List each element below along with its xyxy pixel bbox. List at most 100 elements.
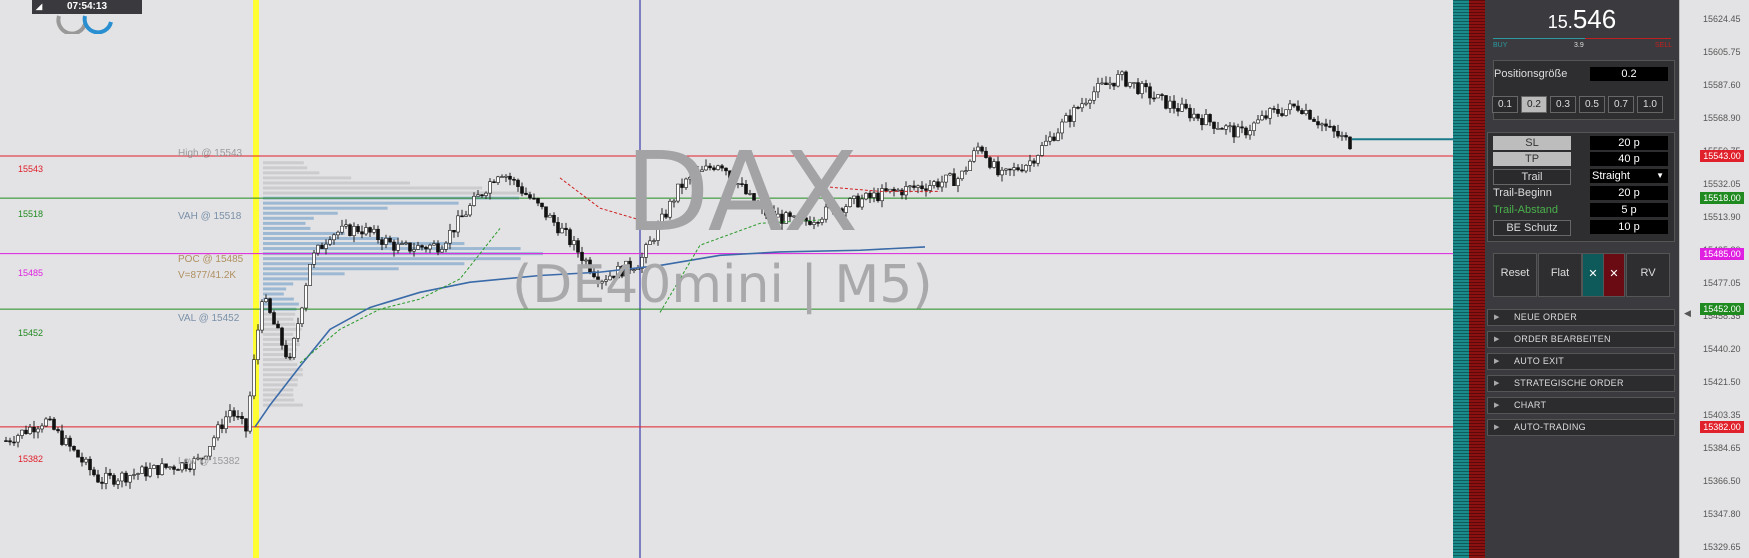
axis-tick-label: 15384.65 [1703,443,1741,453]
size-button-0.7[interactable]: 0.7 [1608,96,1634,113]
size-button-0.1[interactable]: 0.1 [1492,96,1518,113]
axis-price-tag: 15485.00 [1700,248,1744,260]
candle-body [237,416,240,417]
candle-body [1325,124,1328,126]
level-label-15543: 15543 [18,164,43,174]
accordion-chart[interactable]: ▶ CHART [1487,397,1675,414]
watermark-subtitle: (DE40mini | M5) [512,255,933,315]
candle-body [405,243,408,244]
trail-distance-label: Trail-Abstand [1493,204,1558,216]
collapse-arrow-icon[interactable]: ◀ [1684,308,1691,319]
candle-body [389,238,392,242]
candle-body [1245,128,1248,135]
size-button-0.5[interactable]: 0.5 [1579,96,1605,113]
candle-body [33,427,36,432]
sl-input[interactable]: 20 p [1590,136,1668,150]
expand-arrow-icon: ▶ [1494,376,1499,391]
candle-body [1277,109,1280,113]
candle-body [953,174,956,186]
candle-body [1201,118,1204,124]
be-protect-input[interactable]: 10 p [1590,220,1668,234]
candle-body [1081,104,1084,108]
tp-input[interactable]: 40 p [1590,152,1668,166]
candle-body [1141,83,1144,93]
accordion-neue-order[interactable]: ▶ NEUE ORDER [1487,309,1675,326]
trail-button[interactable]: Trail [1493,169,1571,185]
price-axis[interactable]: 15624.4515605.7515587.6015568.9015550.75… [1679,0,1749,558]
chart-area[interactable]: DAX (DE40mini | M5) High @ 15543 VAH @ 1… [0,0,1453,558]
candle-body [1085,103,1088,104]
volume-profile-bar [263,383,298,386]
close-sell-button[interactable]: ✕ [1603,253,1625,297]
reset-button[interactable]: Reset [1493,253,1537,297]
level-label-15518: 15518 [18,209,43,219]
candle-body [441,249,444,252]
flat-label: Flat [1539,267,1581,279]
position-size-input[interactable]: 0.2 [1590,67,1668,81]
candle-body [1341,135,1344,136]
level-label-15382: 15382 [18,454,43,464]
candle-body [137,474,140,475]
candle-body [501,177,504,178]
candle-body [881,189,884,201]
candle-body [1053,137,1056,141]
candle-body [877,193,880,201]
trail-begin-input[interactable]: 20 p [1590,186,1668,200]
accordion-strategische-order[interactable]: ▶ STRATEGISCHE ORDER [1487,375,1675,392]
candle-body [353,226,356,235]
volume-profile-bar [263,267,399,270]
candle-body [893,189,896,191]
axis-price-tag: 15518.00 [1700,192,1744,204]
axis-tick-label: 15624.45 [1703,14,1741,24]
candle-body [397,244,400,250]
candle-body [481,195,484,196]
volume-profile-bar [263,272,345,275]
size-button-1.0[interactable]: 1.0 [1637,96,1663,113]
candle-body [49,419,52,420]
candle-body [369,228,372,233]
candle-body [557,222,560,233]
candle-body [321,245,324,248]
accordion-auto-trading[interactable]: ▶ AUTO-TRADING [1487,419,1675,436]
be-protect-button[interactable]: BE Schutz [1493,220,1571,236]
candle-body [93,470,96,475]
volume-profile-bar [263,363,297,366]
axis-tick-label: 15440.20 [1703,344,1741,354]
candle-body [997,162,1000,175]
axis-tick-label: 15366.50 [1703,476,1741,486]
candle-body [1101,83,1104,84]
size-button-0.3[interactable]: 0.3 [1550,96,1576,113]
rv-button[interactable]: RV [1626,253,1670,297]
clock[interactable]: ◢ 07:54:13 [32,0,142,14]
candle-body [1065,116,1068,122]
rv-label: RV [1627,267,1669,279]
candle-body [429,245,432,249]
candle-body [1313,119,1316,121]
close-buy-button[interactable]: ✕ [1582,253,1604,297]
close-icon: ✕ [1583,267,1603,280]
size-button-0.2[interactable]: 0.2 [1521,96,1547,113]
candle-body [513,179,516,180]
candle-body [1229,126,1232,127]
sl-button[interactable]: SL [1493,136,1571,150]
candle-body [1197,114,1200,118]
candle-body [465,215,468,217]
candle-body [549,215,552,217]
accordion-auto-exit[interactable]: ▶ AUTO EXIT [1487,353,1675,370]
candle-body [889,189,892,191]
candle-body [269,299,272,313]
candle-body [17,436,20,443]
expand-arrow-icon: ▶ [1494,354,1499,369]
candle-body [1237,127,1240,137]
trail-mode-select[interactable]: Straight ▼ [1590,169,1668,183]
accordion-order-bearbeiten[interactable]: ▶ ORDER BEARBEITEN [1487,331,1675,348]
candle-body [1261,116,1264,120]
trail-distance-input[interactable]: 5 p [1590,203,1668,217]
candle-body [1233,126,1236,137]
tp-button[interactable]: TP [1493,152,1571,166]
volume-profile-bar [263,171,319,174]
candle-body [297,324,300,339]
volume-profile-bar [263,217,314,220]
flat-button[interactable]: Flat [1538,253,1582,297]
candle-body [1013,168,1016,170]
